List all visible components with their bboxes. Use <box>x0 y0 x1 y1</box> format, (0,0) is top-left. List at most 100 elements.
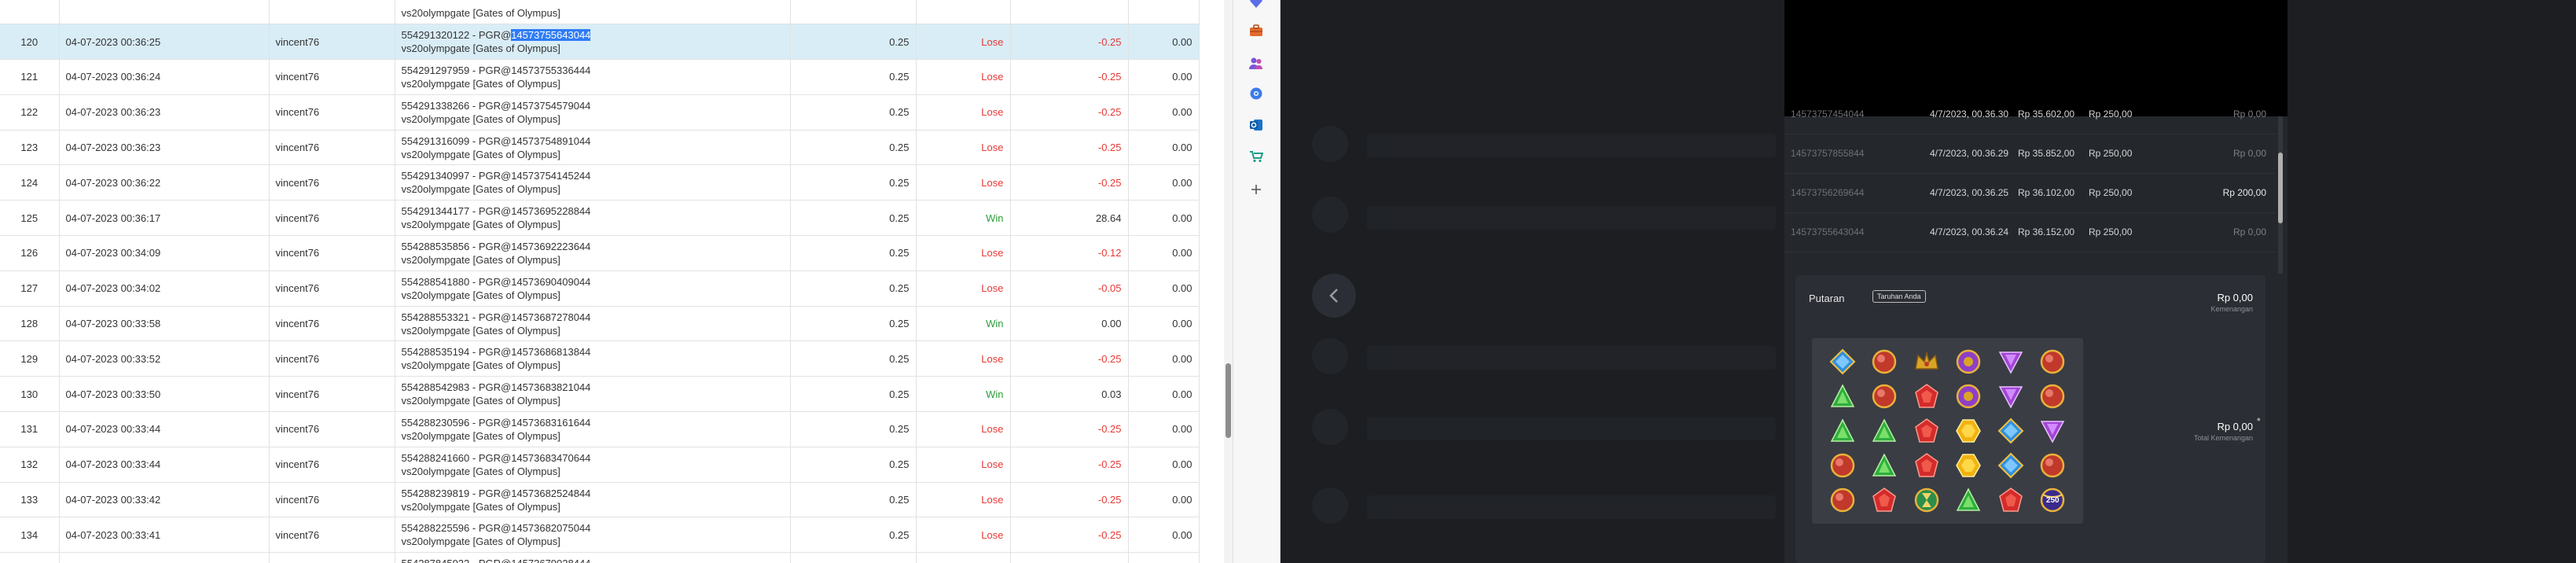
cell-user: vincent76 <box>269 447 395 483</box>
table-row[interactable]: 122 04-07-2023 00:36:23 vincent76 554291338… <box>0 94 1200 131</box>
cell-result <box>916 0 1011 25</box>
scatter-symbol-icon: 250 <box>2034 484 2073 516</box>
blue-gem-icon <box>1991 450 2030 481</box>
cell-winloss: -0.25 <box>1010 130 1129 166</box>
cell-no: 132 <box>0 447 60 483</box>
cell-description: 554287845932 - PGR@14573679028444vs20oly… <box>395 552 791 563</box>
back-button[interactable] <box>1312 274 1356 318</box>
purple-ring-icon <box>1949 346 1989 377</box>
description-game: vs20olympgate [Gates of Olympus] <box>401 429 560 442</box>
description-round-id[interactable]: 14573683821044 <box>511 381 590 393</box>
description-game: vs20olympgate [Gates of Olympus] <box>401 77 560 90</box>
cell-date: 04-07-2023 00:36:25 <box>59 24 270 61</box>
cart-icon[interactable] <box>1248 148 1265 165</box>
history-bet: Rp 250,00 <box>2089 109 2133 120</box>
diamond-icon[interactable] <box>1248 0 1265 11</box>
cell-no: 133 <box>0 482 60 518</box>
cell-winloss: -0.25 <box>1010 24 1129 61</box>
history-round-id: 14573756269644 <box>1791 187 1865 198</box>
description-round-id[interactable]: 14573682524844 <box>511 488 590 499</box>
table-row[interactable]: 128 04-07-2023 00:33:58 vincent76 554288553… <box>0 306 1200 342</box>
description-round-id[interactable]: 14573754891044 <box>511 135 590 147</box>
description-round-id[interactable]: 14573683161644 <box>511 417 590 429</box>
cell-result: Lose <box>916 517 1011 554</box>
purple-triangle-icon <box>2034 415 2073 447</box>
description-round-id[interactable]: 14573683470644 <box>511 452 590 464</box>
cell-date: 04-07-2023 00:36:22 <box>59 164 270 201</box>
table-scrollbar[interactable] <box>1224 0 1233 563</box>
cell-user: vincent76 <box>269 552 395 563</box>
description-round-id[interactable]: 14573692223644 <box>511 241 590 252</box>
history-date: 4/7/2023, 00.36.30 <box>1930 109 2009 120</box>
history-row[interactable]: 14573757855844 4/7/2023, 00.36.29 Rp 35.85… <box>1784 134 2276 174</box>
outlook-icon[interactable] <box>1248 116 1265 134</box>
description-round-id[interactable]: 14573755336444 <box>511 64 590 76</box>
cell-user: vincent76 <box>269 235 395 271</box>
history-balance: Rp 35.852,00 <box>2018 148 2075 159</box>
cell-user: vincent76 <box>269 59 395 95</box>
description-round-id[interactable]: 14573754145244 <box>511 170 590 182</box>
description-id-prefix: 554288541880 - PGR@ <box>401 275 512 288</box>
description-game: vs20olympgate [Gates of Olympus] <box>401 359 560 372</box>
table-row[interactable]: 130 04-07-2023 00:33:50 vincent76 554288542… <box>0 376 1200 413</box>
table-row[interactable]: 120 04-07-2023 00:36:25 vincent76 554291320… <box>0 24 1200 61</box>
table-row[interactable]: 126 04-07-2023 00:34:09 vincent76 554288535… <box>0 235 1200 271</box>
cell-date: 04-07-2023 00:36:24 <box>59 59 270 95</box>
description-round-id[interactable]: 14573695228844 <box>511 205 590 217</box>
table-row[interactable]: 127 04-07-2023 00:34:02 vincent76 554288541… <box>0 270 1200 307</box>
game-panel: 14573757454044 4/7/2023, 00.36.30 Rp 35.60… <box>1784 0 2288 563</box>
cell-winloss: 0.00 <box>1010 306 1129 342</box>
history-row[interactable]: 14573755643044 4/7/2023, 00.36.24 Rp 36.15… <box>1784 213 2276 252</box>
table-row[interactable]: 125 04-07-2023 00:36:17 vincent76 554291344… <box>0 200 1200 237</box>
cell-winloss: -0.12 <box>1010 235 1129 271</box>
cell-user: vincent76 <box>269 94 395 131</box>
history-row[interactable]: 14573757454044 4/7/2023, 00.36.30 Rp 35.60… <box>1784 95 2276 134</box>
table-row[interactable]: 133 04-07-2023 00:33:42 vincent76 554288239… <box>0 482 1200 518</box>
green-triangle-icon <box>1865 450 1905 481</box>
cell-no: 123 <box>0 130 60 166</box>
description-round-id[interactable]: 14573755643044 <box>511 29 591 42</box>
table-row[interactable]: 123 04-07-2023 00:36:23 vincent76 554291316… <box>0 130 1200 166</box>
description-round-id[interactable]: 14573690409044 <box>511 276 590 288</box>
red-gem-icon <box>1907 381 1946 412</box>
briefcase-icon[interactable] <box>1248 22 1265 39</box>
cell-no: 126 <box>0 235 60 271</box>
description-round-id[interactable]: 14573679028444 <box>511 557 590 563</box>
table-row[interactable]: 132 04-07-2023 00:33:44 vincent76 554288241… <box>0 447 1200 483</box>
cell-winloss <box>1010 0 1129 25</box>
history-scrollbar-thumb[interactable] <box>2278 153 2283 223</box>
table-row[interactable]: 124 04-07-2023 00:36:22 vincent76 554291340… <box>0 164 1200 201</box>
cell-balance: 0.00 <box>1128 482 1200 518</box>
table-row[interactable]: 129 04-07-2023 00:33:52 vincent76 554288535… <box>0 340 1200 377</box>
history-scrollbar[interactable] <box>2278 116 2283 274</box>
browser-sidebar <box>1233 0 1280 563</box>
history-row[interactable]: 14573756269644 4/7/2023, 00.36.25 Rp 36.10… <box>1784 174 2276 213</box>
description-round-id[interactable]: 14573754579044 <box>511 100 590 112</box>
add-icon[interactable] <box>1248 181 1265 198</box>
table-row[interactable]: 13504-07-2023 00:33:40vincent76554287845… <box>0 552 1200 563</box>
description-round-id[interactable]: 14573682075044 <box>511 522 590 534</box>
table-row[interactable]: 134 04-07-2023 00:33:41 vincent76 554288225… <box>0 517 1200 554</box>
purple-triangle-icon <box>1991 346 2030 377</box>
red-orb-icon <box>2034 450 2073 481</box>
description-id-prefix: 554288542983 - PGR@ <box>401 381 512 394</box>
people-icon[interactable] <box>1248 54 1265 72</box>
table-scrollbar-thumb[interactable] <box>1226 363 1231 438</box>
table-row[interactable]: 121 04-07-2023 00:36:24 vincent76 554291297… <box>0 59 1200 95</box>
cell-date <box>59 0 270 25</box>
table-row[interactable]: 131 04-07-2023 00:33:44 vincent76 554288230… <box>0 411 1200 447</box>
description-round-id[interactable]: 14573686813844 <box>511 346 590 358</box>
description-round-id[interactable]: 14573687278044 <box>511 311 590 323</box>
cell-date: 04-07-2023 00:34:09 <box>59 235 270 271</box>
cell-winloss: -0.25 <box>1010 447 1129 483</box>
chevron-left-icon <box>1329 289 1338 303</box>
description-game: vs20olympgate [Gates of Olympus] <box>401 112 560 125</box>
red-orb-icon <box>1823 450 1862 481</box>
cell-description: 554291297959 - PGR@14573755336444 vs20oly… <box>395 59 791 95</box>
spin-title: Putaran <box>1809 293 1845 304</box>
extension-icon[interactable] <box>1248 85 1265 102</box>
red-orb-icon <box>1823 484 1862 516</box>
cell-bet <box>790 0 917 25</box>
cell-balance: 0.00 <box>1128 517 1200 554</box>
cell-result: Lose <box>916 340 1011 377</box>
